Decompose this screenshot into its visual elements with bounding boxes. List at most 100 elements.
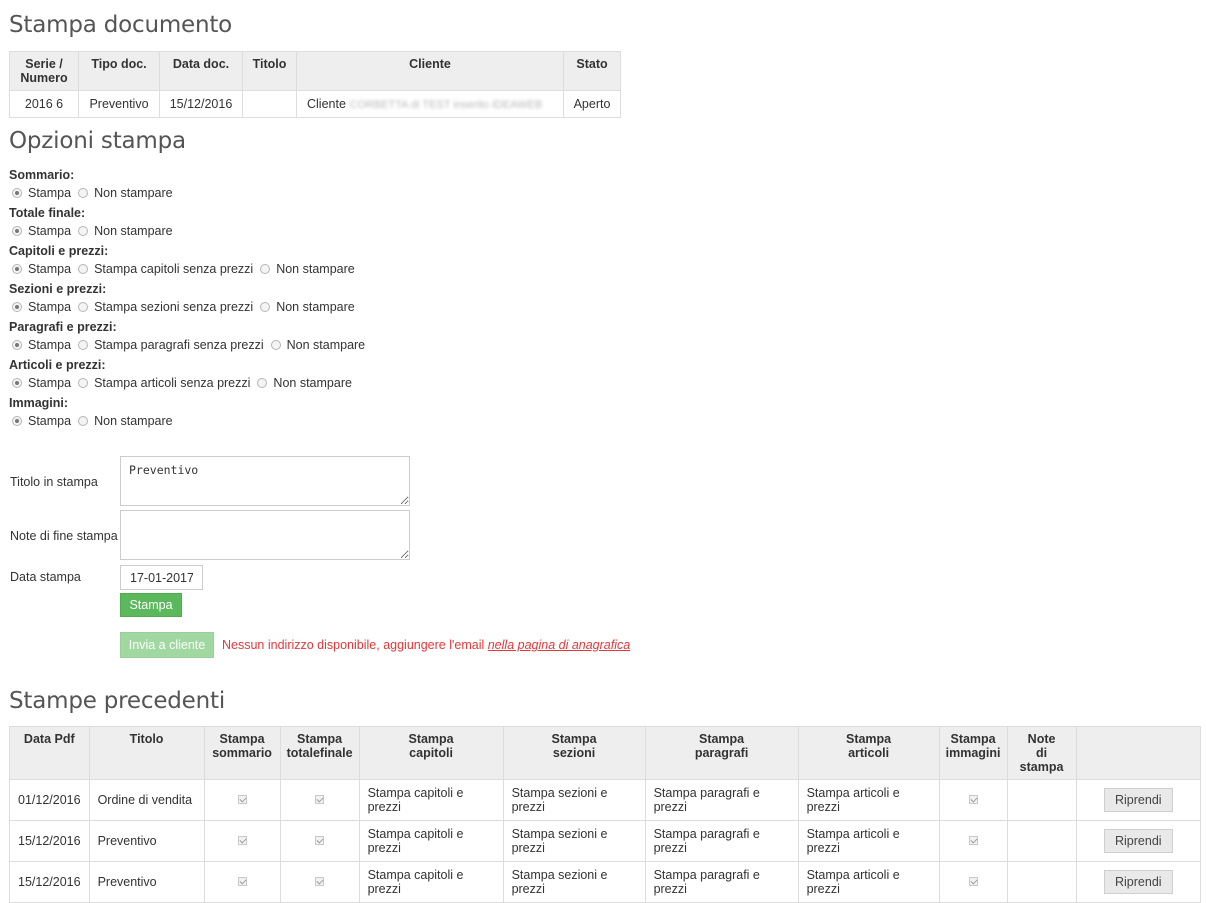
radio-unselected-icon[interactable]	[260, 263, 271, 274]
cell-articoli: Stampa articoli e prezzi	[797, 779, 940, 821]
cell-totale	[279, 779, 360, 821]
previous-header-text: Stampa	[408, 732, 454, 746]
previous-header-cell: Stampa capitoli	[358, 726, 504, 780]
cell-sezioni: Stampa sezioni e prezzi	[502, 779, 646, 821]
radio-selected-icon[interactable]	[12, 301, 22, 312]
option-group-choices: Stampa Stampa sezioni senza prezzi Non sta…	[9, 297, 609, 317]
option-group-label: Immagini:	[9, 396, 69, 410]
checkbox-checked-icon	[968, 795, 978, 804]
anagrafica-link[interactable]: nella pagina di anagrafica	[488, 638, 630, 652]
previous-header-text: Stampa	[219, 732, 265, 746]
riprendi-button[interactable]: Riprendi	[1104, 870, 1173, 894]
radio-option[interactable]: Stampa articoli senza prezzi	[75, 373, 250, 393]
radio-option[interactable]: Stampa	[9, 297, 71, 317]
radio-option[interactable]: Non stampare	[257, 259, 355, 279]
previous-header-text: Titolo	[129, 732, 164, 746]
cell-note	[1006, 861, 1077, 903]
radio-option[interactable]: Stampa	[9, 335, 71, 355]
previous-row: 15/12/2016 Preventivo Stampa capitoli e pr…	[9, 820, 1202, 862]
radio-option[interactable]: Non stampare	[257, 297, 355, 317]
cell-sezioni: Stampa sezioni e prezzi	[502, 861, 646, 903]
email-warning-text: Nessun indirizzo disponibile, aggiungere…	[222, 638, 488, 652]
radio-option-label: Stampa	[28, 300, 72, 314]
radio-selected-icon[interactable]	[12, 339, 22, 350]
cell-data: 15/12/2016	[9, 861, 90, 903]
previous-header-text: capitoli	[409, 746, 453, 760]
riprendi-button[interactable]: Riprendi	[1104, 829, 1173, 853]
email-warning: Nessun indirizzo disponibile, aggiungere…	[222, 638, 630, 652]
cell-titolo: Preventivo	[88, 820, 205, 862]
previous-header-text: Stampa	[845, 732, 892, 746]
previous-header-cell: Note di stampa	[1006, 726, 1077, 780]
radio-unselected-icon[interactable]	[257, 377, 268, 388]
radio-unselected-icon[interactable]	[78, 377, 89, 388]
header-data: Data doc.	[159, 51, 243, 91]
radio-option-label: Stampa	[28, 376, 72, 390]
previous-header-text: Stampa	[698, 732, 745, 746]
radio-option-label: Non stampare	[273, 376, 352, 390]
radio-option[interactable]: Non stampare	[75, 411, 173, 431]
radio-selected-icon[interactable]	[12, 187, 22, 198]
radio-option[interactable]: Stampa	[9, 183, 71, 203]
previous-header-cell: Stampa sezioni	[502, 726, 646, 780]
checkbox-checked-icon	[237, 836, 247, 845]
note-label: Note di fine stampa	[10, 529, 118, 543]
previous-header-text: Note	[1027, 732, 1056, 746]
radio-option[interactable]: Non stampare	[254, 373, 352, 393]
invia-cliente-button[interactable]: Invia a cliente	[120, 632, 214, 658]
radio-selected-icon[interactable]	[12, 263, 22, 274]
radio-option-label: Stampa sezioni senza prezzi	[94, 300, 254, 314]
option-group-choices: Stampa Stampa paragrafi senza prezzi Non s…	[9, 335, 609, 355]
radio-unselected-icon[interactable]	[270, 339, 281, 350]
radio-unselected-icon[interactable]	[78, 339, 89, 350]
checkbox-checked-icon	[315, 795, 325, 804]
header-stato: Stato	[563, 51, 621, 91]
radio-option[interactable]: Stampa capitoli senza prezzi	[75, 259, 253, 279]
radio-option[interactable]: Stampa	[9, 259, 71, 279]
cell-data: 01/12/2016	[9, 779, 90, 821]
radio-option-label: Non stampare	[286, 338, 366, 352]
riprendi-button[interactable]: Riprendi	[1104, 788, 1173, 812]
options-list: Sommario: Stampa Non stampare Totale finale…	[9, 165, 609, 431]
stampa-button[interactable]: Stampa	[120, 593, 182, 617]
cell-sommario	[203, 861, 281, 903]
cell-data: 15/12/2016	[159, 90, 243, 118]
radio-unselected-icon[interactable]	[78, 187, 89, 198]
header-titolo: Titolo	[242, 51, 297, 91]
radio-option[interactable]: Stampa	[9, 411, 71, 431]
radio-unselected-icon[interactable]	[78, 263, 89, 274]
option-group-label: Totale finale:	[9, 206, 86, 220]
data-stampa-input[interactable]	[120, 565, 203, 590]
radio-option-label: Non stampare	[276, 300, 355, 314]
cell-tipo: Preventivo	[78, 90, 160, 118]
radio-unselected-icon[interactable]	[260, 301, 271, 312]
cell-sommario	[203, 820, 281, 862]
radio-option[interactable]: Stampa	[9, 373, 71, 393]
radio-unselected-icon[interactable]	[78, 415, 89, 426]
page-title: Stampa documento	[9, 12, 233, 38]
radio-option[interactable]: Stampa	[9, 221, 71, 241]
previous-header-text: sezioni	[552, 746, 596, 760]
note-input[interactable]	[120, 510, 410, 560]
previous-title: Stampe precedenti	[9, 688, 226, 714]
radio-unselected-icon[interactable]	[78, 301, 89, 312]
cell-note	[1006, 779, 1077, 821]
previous-header-cell	[1075, 726, 1202, 780]
radio-option[interactable]: Stampa paragrafi senza prezzi	[75, 335, 264, 355]
cell-sommario	[203, 779, 281, 821]
previous-header-text: di stampa	[1019, 746, 1064, 774]
previous-row: 15/12/2016 Preventivo Stampa capitoli e pr…	[9, 861, 1202, 903]
radio-option-label: Non stampare	[94, 186, 173, 200]
cell-immagini	[938, 820, 1008, 862]
radio-selected-icon[interactable]	[12, 225, 22, 236]
radio-option-label: Stampa	[28, 224, 72, 238]
radio-option[interactable]: Non stampare	[75, 183, 173, 203]
cliente-prefix: Cliente	[307, 97, 346, 111]
radio-option[interactable]: Stampa sezioni senza prezzi	[75, 297, 253, 317]
radio-option[interactable]: Non stampare	[268, 335, 366, 355]
radio-unselected-icon[interactable]	[78, 225, 89, 236]
radio-selected-icon[interactable]	[12, 377, 22, 388]
titolo-input[interactable]	[120, 456, 410, 506]
radio-selected-icon[interactable]	[12, 415, 22, 426]
radio-option[interactable]: Non stampare	[75, 221, 173, 241]
